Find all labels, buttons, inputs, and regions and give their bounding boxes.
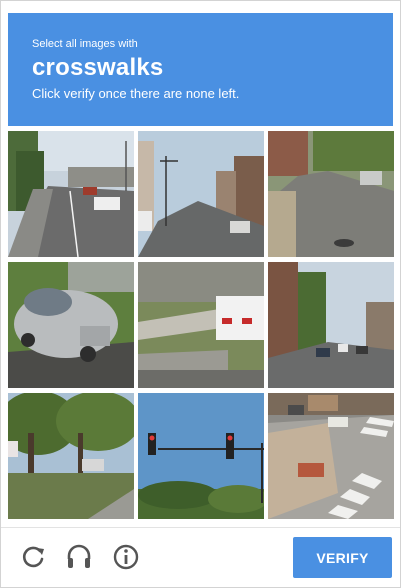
image-tile-3[interactable] (268, 131, 394, 257)
crosswalk-image (268, 393, 394, 519)
captcha-widget: Select all images with crosswalks Click … (0, 0, 401, 588)
info-icon (113, 544, 139, 570)
verify-button[interactable]: VERIFY (293, 537, 392, 578)
image-tile-1[interactable] (8, 131, 134, 257)
image-tile-8[interactable] (138, 393, 264, 519)
image-tile-9[interactable] (268, 393, 394, 519)
street-image (268, 131, 394, 257)
street-image (138, 131, 264, 257)
trees-image (8, 393, 134, 519)
instruction-subtext: Click verify once there are none left. (32, 86, 240, 101)
sidewalk-image (138, 262, 264, 388)
image-grid (8, 131, 394, 519)
traffic-light-image (138, 393, 264, 519)
image-tile-2[interactable] (138, 131, 264, 257)
instruction-banner: Select all images with crosswalks Click … (8, 13, 393, 126)
target-object-label: crosswalks (32, 54, 164, 81)
footer-divider (1, 527, 400, 528)
info-button[interactable] (111, 542, 141, 572)
instruction-text: Select all images with (32, 38, 138, 50)
headphones-icon (67, 544, 91, 568)
reload-icon (22, 546, 44, 568)
image-tile-7[interactable] (8, 393, 134, 519)
reload-button[interactable] (18, 542, 48, 572)
image-tile-5[interactable] (138, 262, 264, 388)
car-image (8, 262, 134, 388)
image-tile-6[interactable] (268, 262, 394, 388)
street-image (268, 262, 394, 388)
street-image (8, 131, 134, 257)
image-tile-4[interactable] (8, 262, 134, 388)
audio-challenge-button[interactable] (64, 542, 94, 572)
